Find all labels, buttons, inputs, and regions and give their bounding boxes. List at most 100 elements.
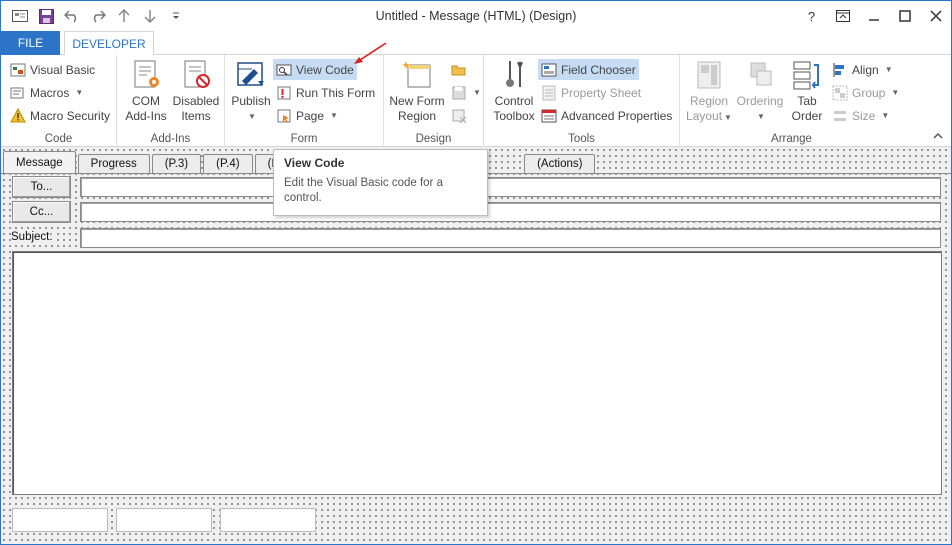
bottom-control-1[interactable] bbox=[12, 508, 108, 532]
control-toolbox-button[interactable]: Control Toolbox bbox=[490, 59, 538, 124]
tab-actions[interactable]: (Actions) bbox=[524, 154, 596, 174]
control-toolbox-label-1: Control bbox=[494, 94, 534, 108]
align-button[interactable]: Align ▼ bbox=[829, 59, 896, 80]
visual-basic-icon bbox=[10, 62, 26, 78]
collapse-ribbon-icon[interactable] bbox=[933, 128, 943, 142]
warning-icon bbox=[10, 107, 26, 124]
new-form-region-label-1: New Form bbox=[389, 94, 445, 108]
view-code-button[interactable]: View Code bbox=[273, 59, 357, 80]
group-addins: COM Add-Ins Disabled Items Add-Ins bbox=[117, 55, 225, 147]
run-this-form-button[interactable]: Run This Form bbox=[273, 82, 378, 103]
tooltip-description: Edit the Visual Basic code for a control… bbox=[284, 177, 443, 204]
property-sheet-button[interactable]: Property Sheet bbox=[538, 82, 644, 103]
region-layout-label-2-wrap: Layout ▼ bbox=[686, 109, 732, 125]
close-icon[interactable] bbox=[920, 1, 951, 31]
minimize-icon[interactable] bbox=[858, 1, 889, 31]
macros-button[interactable]: Macros ▼ bbox=[7, 82, 86, 103]
group-icon bbox=[832, 85, 848, 101]
size-label: Size bbox=[852, 108, 876, 123]
publish-label: Publish bbox=[231, 94, 271, 108]
region-layout-button[interactable]: Region Layout ▼ bbox=[684, 59, 734, 125]
window-controls: ? bbox=[796, 1, 951, 31]
save-icon bbox=[451, 85, 467, 101]
group-button[interactable]: Group ▼ bbox=[829, 82, 902, 103]
tab-p3[interactable]: (P.3) bbox=[151, 154, 202, 174]
com-addins-button[interactable]: COM Add-Ins bbox=[123, 59, 169, 124]
disabled-items-label-1: Disabled bbox=[172, 94, 220, 108]
chevron-down-icon: ▼ bbox=[891, 88, 900, 97]
bottom-control-3[interactable] bbox=[220, 508, 316, 532]
tab-p4[interactable]: (P.4) bbox=[203, 154, 253, 174]
title-bar: Untitled - Message (HTML) (Design) ? bbox=[1, 1, 951, 31]
ribbon: Visual Basic Macros ▼ Macro Security Code… bbox=[1, 55, 951, 147]
group-label: Group bbox=[852, 85, 886, 100]
view-code-tooltip: View Code Edit the Visual Basic code for… bbox=[273, 149, 488, 216]
tab-message[interactable]: Message bbox=[3, 151, 76, 174]
chevron-down-icon: ▼ bbox=[757, 112, 765, 121]
com-addins-label-2: Add-Ins bbox=[125, 109, 167, 123]
subject-field[interactable] bbox=[80, 228, 941, 248]
close-form-region-button[interactable] bbox=[448, 105, 470, 126]
region-layout-label-1: Region bbox=[689, 94, 729, 108]
bottom-control-2[interactable] bbox=[116, 508, 212, 532]
subject-label: Subject: bbox=[11, 231, 53, 243]
group-tools: Control Toolbox Field Chooser Property S… bbox=[484, 55, 680, 147]
macros-label: Macros bbox=[30, 85, 70, 100]
cc-button[interactable]: Cc... bbox=[12, 201, 71, 223]
tab-developer[interactable]: DEVELOPER bbox=[64, 31, 154, 56]
property-sheet-label: Property Sheet bbox=[561, 85, 642, 100]
chevron-down-icon: ▼ bbox=[75, 88, 84, 97]
new-form-region-icon bbox=[402, 61, 431, 88]
to-field[interactable] bbox=[80, 177, 941, 197]
open-form-region-button[interactable] bbox=[448, 59, 470, 80]
advanced-properties-label: Advanced Properties bbox=[561, 108, 673, 123]
visual-basic-button[interactable]: Visual Basic bbox=[7, 59, 98, 80]
run-form-icon bbox=[276, 85, 292, 101]
tab-progress[interactable]: Progress bbox=[77, 154, 150, 174]
page-label: Page bbox=[296, 108, 325, 123]
tab-order-label-2: Order bbox=[791, 109, 823, 123]
publish-icon bbox=[237, 62, 264, 86]
cc-field[interactable] bbox=[80, 202, 941, 222]
tab-order-button[interactable]: Tab Order bbox=[786, 59, 828, 124]
publish-button[interactable]: Publish ▼ bbox=[229, 59, 273, 124]
page-button[interactable]: Page ▼ bbox=[273, 105, 341, 126]
advanced-properties-icon bbox=[541, 108, 557, 124]
align-label: Align bbox=[852, 62, 879, 77]
disabled-items-button[interactable]: Disabled Items bbox=[171, 59, 221, 124]
visual-basic-label: Visual Basic bbox=[30, 62, 96, 77]
size-button[interactable]: Size ▼ bbox=[829, 105, 892, 126]
group-label-design: Design bbox=[415, 133, 452, 145]
ribbon-tabs: FILE DEVELOPER bbox=[1, 31, 951, 56]
run-this-form-label: Run This Form bbox=[296, 85, 376, 100]
new-form-region-label-2: Region bbox=[397, 109, 437, 123]
size-icon bbox=[832, 108, 848, 124]
page-icon bbox=[276, 108, 292, 124]
macro-security-button[interactable]: Macro Security bbox=[7, 105, 113, 126]
to-button[interactable]: To... bbox=[12, 176, 71, 198]
chevron-down-icon: ▼ bbox=[881, 111, 890, 120]
message-body-field[interactable] bbox=[12, 251, 942, 495]
ordering-button[interactable]: Ordering ▼ bbox=[734, 59, 786, 124]
group-label-code: Code bbox=[44, 133, 73, 145]
save-form-region-button[interactable]: ▼ bbox=[448, 82, 484, 103]
close-region-icon bbox=[451, 108, 467, 124]
chevron-down-icon: ▼ bbox=[884, 65, 893, 74]
chevron-down-icon: ▼ bbox=[724, 113, 732, 122]
group-design: New Form Region ▼ Design bbox=[384, 55, 484, 147]
maximize-icon[interactable] bbox=[889, 1, 920, 31]
advanced-properties-button[interactable]: Advanced Properties bbox=[538, 105, 675, 126]
help-icon[interactable]: ? bbox=[796, 1, 827, 31]
ribbon-display-options-icon[interactable] bbox=[827, 1, 858, 31]
group-label-arrange: Arrange bbox=[771, 133, 812, 145]
new-form-region-button[interactable]: New Form Region bbox=[388, 59, 446, 124]
outlook-form-designer-window: Untitled - Message (HTML) (Design) ? FIL… bbox=[0, 0, 952, 545]
tab-file[interactable]: FILE bbox=[1, 31, 60, 55]
tab-order-icon bbox=[793, 61, 819, 90]
property-sheet-icon bbox=[541, 85, 557, 101]
com-addins-label-1: COM bbox=[132, 94, 160, 108]
control-toolbox-icon bbox=[506, 61, 523, 87]
field-chooser-button[interactable]: Field Chooser bbox=[538, 59, 639, 80]
region-layout-label-2: Layout bbox=[686, 109, 723, 123]
view-code-label: View Code bbox=[296, 62, 354, 77]
